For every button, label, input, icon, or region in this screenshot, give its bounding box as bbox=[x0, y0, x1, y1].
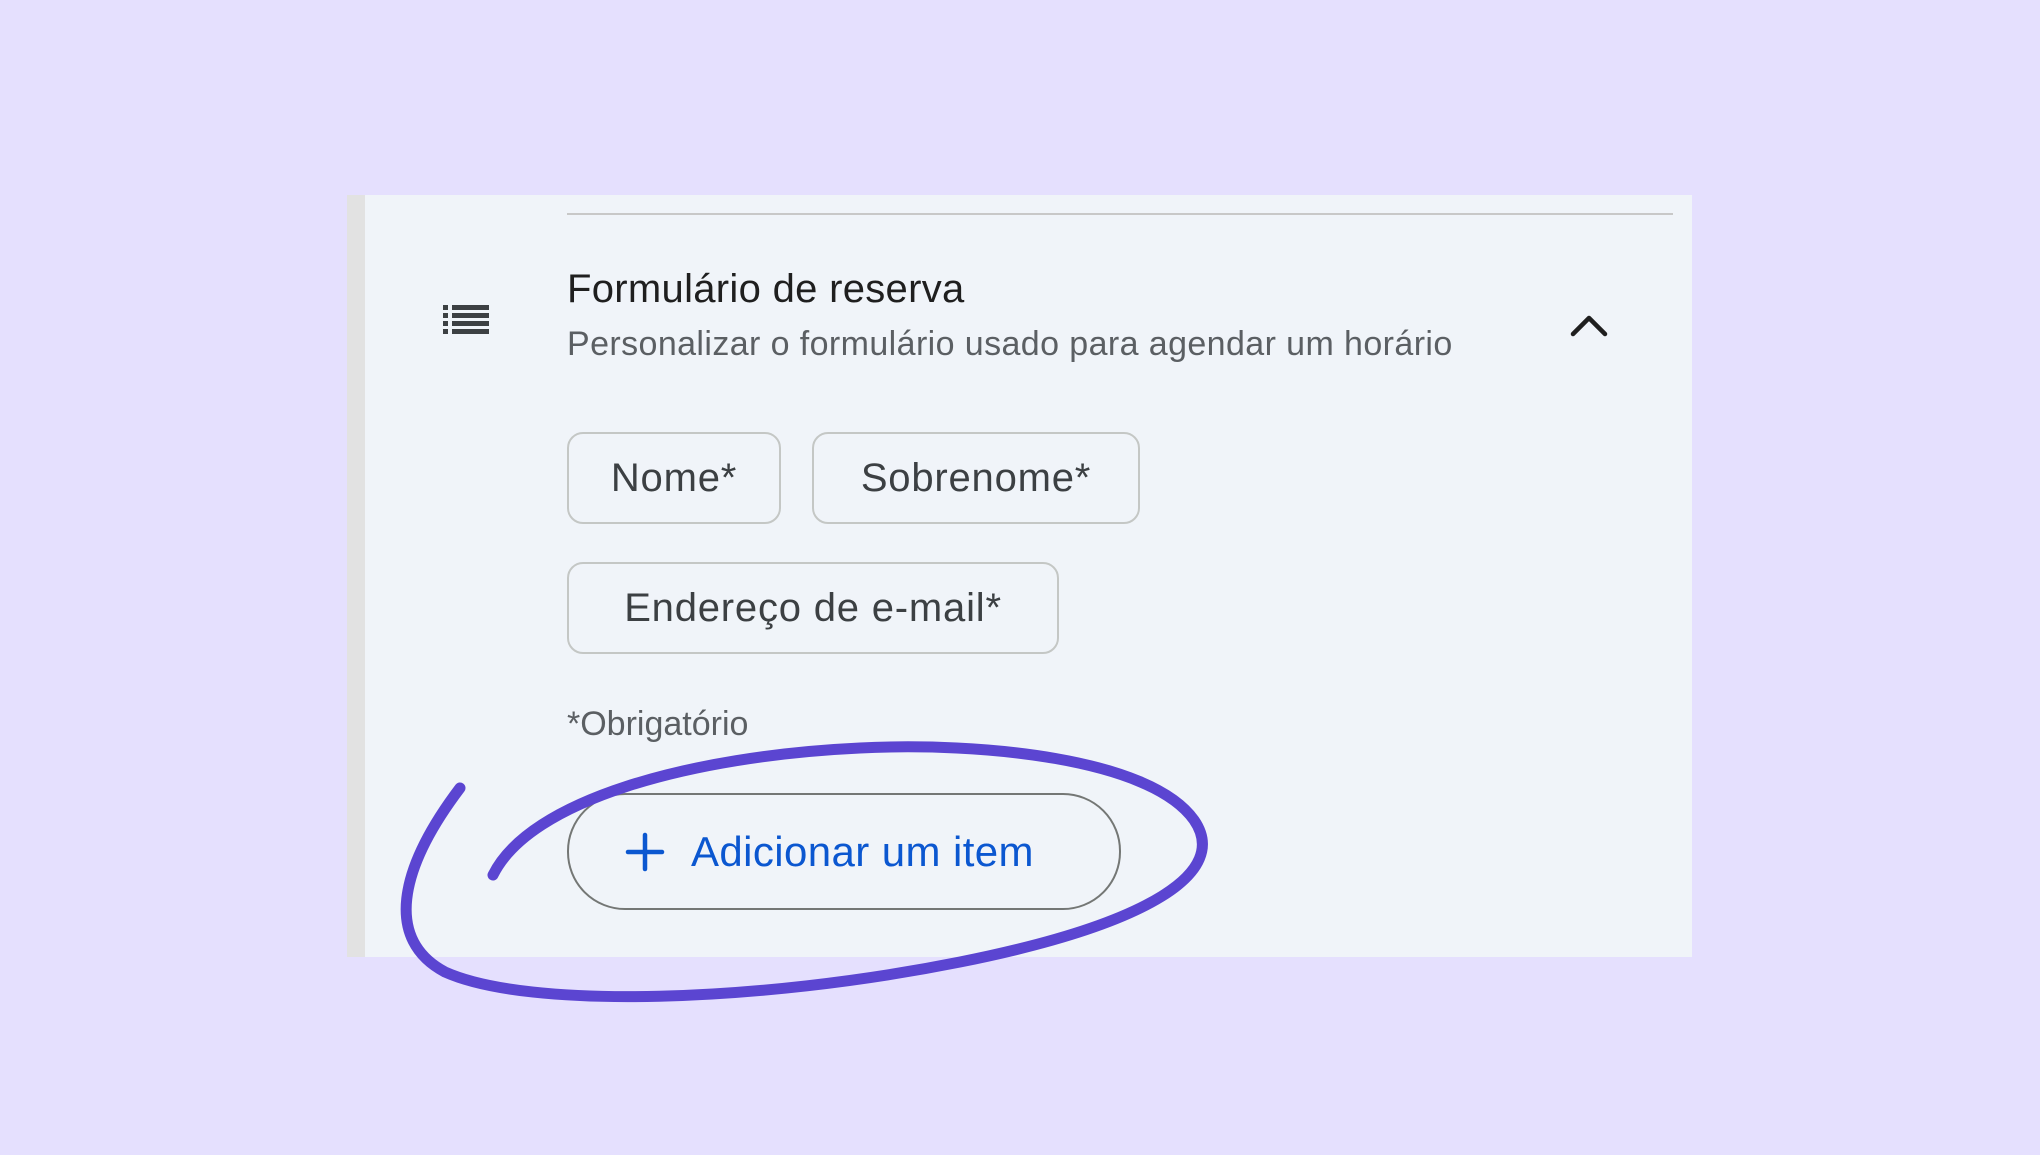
panel-left-border bbox=[347, 195, 365, 957]
add-item-button[interactable]: Adicionar um item bbox=[567, 793, 1121, 910]
collapse-section-button[interactable] bbox=[1562, 298, 1616, 352]
section-subtitle: Personalizar o formulário usado para age… bbox=[567, 325, 1453, 363]
field-chip-first-name[interactable]: Nome* bbox=[567, 432, 781, 524]
section-divider bbox=[567, 213, 1673, 215]
chevron-up-icon bbox=[1570, 315, 1608, 337]
section-title: Formulário de reserva bbox=[567, 267, 965, 311]
plus-icon bbox=[625, 832, 665, 871]
required-note: *Obrigatório bbox=[567, 705, 749, 743]
field-chip-last-name[interactable]: Sobrenome* bbox=[812, 432, 1140, 524]
list-icon bbox=[443, 305, 489, 334]
add-item-label: Adicionar um item bbox=[691, 827, 1034, 875]
field-chip-email[interactable]: Endereço de e-mail* bbox=[567, 562, 1059, 654]
